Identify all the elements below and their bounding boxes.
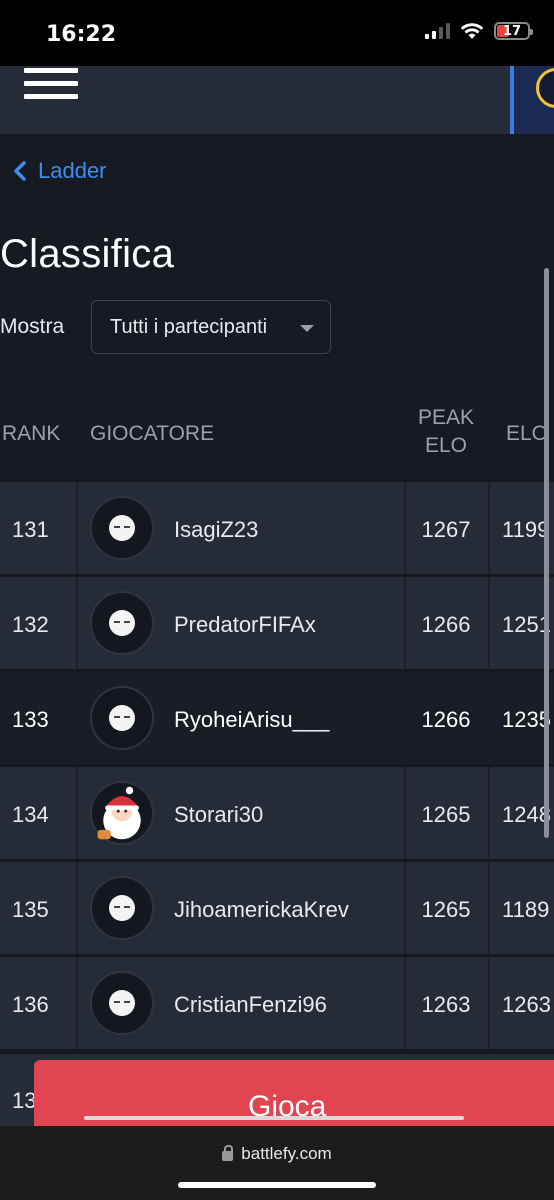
face-icon: [109, 705, 135, 731]
peak-elo-cell: 1263: [421, 991, 471, 1017]
lock-icon: [222, 1145, 234, 1161]
player-name[interactable]: JihoamerickaKrev: [174, 862, 349, 957]
column-header-peak-elo[interactable]: PEAK ELO: [416, 404, 476, 460]
face-icon: [109, 610, 135, 636]
avatar: [90, 686, 154, 750]
chevron-left-icon: [14, 161, 26, 181]
back-link-label: Ladder: [38, 158, 107, 183]
peak-elo-cell: 1267: [421, 516, 471, 542]
browser-toolbar-handle: [84, 1116, 464, 1120]
face-icon: [109, 990, 135, 1016]
rank-cell: 13: [12, 1088, 37, 1113]
rank-cell: 132: [12, 611, 49, 637]
elo-cell: 1263: [502, 991, 551, 1017]
filter-label: Mostra: [0, 315, 65, 338]
status-time: 16:22: [46, 22, 117, 47]
leaderboard-table: 131 IsagiZ23 1267 1199 132 PredatorFIFAx…: [0, 480, 554, 1050]
page-scrollbar[interactable]: [544, 268, 549, 838]
rank-cell: 131: [12, 516, 49, 542]
peak-header-line1: PEAK: [417, 406, 475, 429]
player-name[interactable]: CristianFenzi96: [174, 957, 327, 1052]
back-link[interactable]: Ladder: [12, 158, 107, 184]
caret-down-icon: [300, 325, 314, 332]
avatar: [90, 496, 154, 560]
column-header-elo[interactable]: ELO: [506, 422, 548, 446]
hamburger-menu-icon[interactable]: [24, 68, 78, 104]
peak-elo-cell: 1265: [421, 801, 471, 827]
column-header-rank[interactable]: RANK: [2, 422, 60, 446]
filter-row: Mostra Tutti i partecipanti: [0, 300, 331, 354]
avatar: [90, 781, 154, 845]
player-name[interactable]: PredatorFIFAx: [174, 577, 316, 672]
table-row[interactable]: 136 CristianFenzi96 1263 1263: [0, 955, 554, 1050]
rank-cell: 136: [12, 991, 49, 1017]
rank-cell: 135: [12, 896, 49, 922]
avatar: [90, 591, 154, 655]
participants-filter-select[interactable]: Tutti i partecipanti: [91, 300, 331, 354]
santa-icon: [97, 786, 141, 840]
elo-cell: 1199: [502, 516, 550, 542]
home-indicator[interactable]: [178, 1182, 376, 1188]
top-navigation: [0, 66, 554, 134]
battery-icon: 17: [494, 22, 533, 40]
battery-level: 17: [502, 23, 522, 39]
column-header-player[interactable]: GIOCATORE: [90, 422, 214, 446]
face-icon: [109, 515, 135, 541]
url-display[interactable]: battlefy.com: [0, 1144, 554, 1164]
wifi-icon: [460, 23, 484, 39]
elo-cell: 1189: [502, 896, 550, 922]
peak-elo-cell: 1266: [421, 706, 471, 732]
peak-header-line2: ELO: [424, 434, 468, 457]
table-row[interactable]: 135 JihoamerickaKrev 1265 1189: [0, 860, 554, 955]
player-name[interactable]: IsagiZ23: [174, 482, 258, 577]
rank-cell: 133: [12, 706, 49, 732]
player-name[interactable]: Storari30: [174, 767, 263, 862]
table-row[interactable]: 132 PredatorFIFAx 1266 1251: [0, 575, 554, 670]
peak-elo-cell: 1265: [421, 896, 471, 922]
face-icon: [109, 895, 135, 921]
status-bar: 16:22 17: [0, 0, 554, 66]
page-title: Classifica: [0, 232, 175, 276]
url-text: battlefy.com: [241, 1144, 332, 1163]
avatar: [90, 876, 154, 940]
browser-address-bar: battlefy.com: [0, 1126, 554, 1200]
table-row[interactable]: 131 IsagiZ23 1267 1199: [0, 480, 554, 575]
player-name[interactable]: RyoheiArisu___: [174, 672, 329, 767]
table-row[interactable]: 134 Storari30 1265 1248: [0, 765, 554, 860]
peak-elo-cell: 1266: [421, 611, 471, 637]
rank-cell: 134: [12, 801, 49, 827]
status-icons: 17: [425, 22, 533, 40]
table-row-current-user[interactable]: 133 RyoheiArisu___ 1266 1235: [0, 670, 554, 765]
avatar: [90, 971, 154, 1035]
filter-selected-value: Tutti i partecipanti: [110, 315, 268, 338]
cellular-signal-icon: [425, 23, 450, 39]
